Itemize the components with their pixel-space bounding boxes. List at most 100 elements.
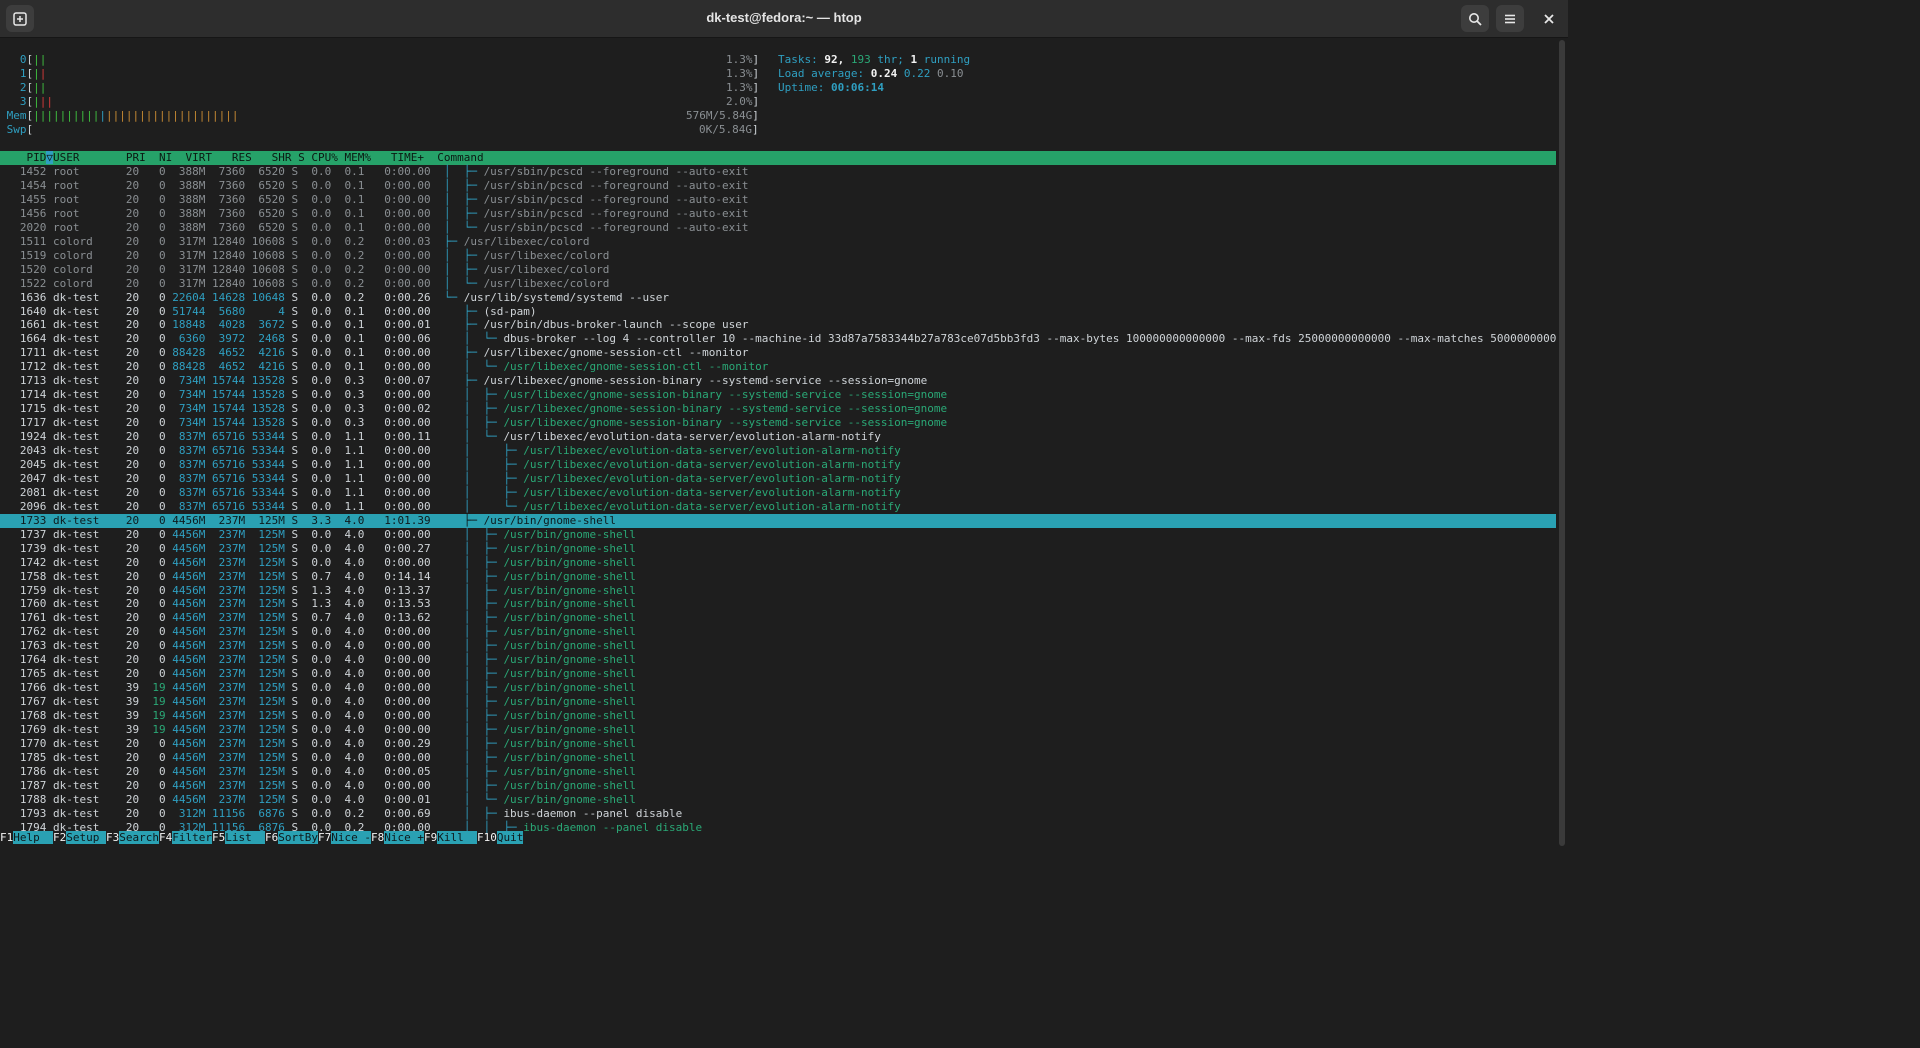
col-state[interactable]: S [298,151,305,164]
cell-shr: 53344 [245,444,285,457]
cell-pri: 20 [112,444,140,457]
process-row[interactable]: 1713 dk-test 20 0 734M 15744 13528 S 0.0… [0,374,927,388]
cell-user: dk-test [46,555,113,569]
col-mem[interactable]: MEM% [344,151,371,164]
fkey-f7[interactable]: F7 [318,831,331,844]
process-row[interactable]: 1717 dk-test 20 0 734M 15744 13528 S 0.0… [0,416,947,430]
cell-res: 7360 [205,192,246,206]
col-pri[interactable]: PRI [126,151,146,164]
process-row[interactable]: 1787 dk-test 20 0 4456M 237M 125M S 0.0 … [0,779,636,793]
process-row[interactable]: 1758 dk-test 20 0 4456M 237M 125M S 0.7 … [0,570,636,584]
fkey-label[interactable]: Filter [172,831,212,844]
menu-button[interactable] [1496,5,1524,32]
cell-mem: 0.3 [331,388,365,402]
process-row[interactable]: 1739 dk-test 20 0 4456M 237M 125M S 0.0 … [0,542,636,556]
fkey-f4[interactable]: F4 [159,831,172,844]
col-pid[interactable]: PID [27,151,47,164]
process-row[interactable]: 1711 dk-test 20 0 88428 4652 4216 S 0.0 … [0,346,749,360]
fkey-f6[interactable]: F6 [265,831,278,844]
fkey-label[interactable]: Help [13,831,53,844]
search-button[interactable] [1461,5,1489,32]
col-user[interactable]: USER [53,151,80,164]
process-row[interactable]: 1762 dk-test 20 0 4456M 237M 125M S 0.0 … [0,625,636,639]
cell-time: 0:00.00 [364,165,431,178]
cell-time: 0:00.00 [364,555,431,569]
process-table-header[interactable]: PID▽USER PRI NI VIRT RES SHR S CPU% MEM%… [0,151,1556,165]
process-row[interactable]: 1664 dk-test 20 0 6360 3972 2468 S 0.0 0… [0,332,1557,346]
process-row[interactable]: 1759 dk-test 20 0 4456M 237M 125M S 1.3 … [0,584,636,598]
process-row[interactable]: 1788 dk-test 20 0 4456M 237M 125M S 0.0 … [0,793,636,807]
col-ni[interactable]: NI [159,151,172,164]
process-row[interactable]: 2081 dk-test 20 0 837M 65716 53344 S 0.0… [0,486,901,500]
process-row[interactable]: 1640 dk-test 20 0 51744 5680 4 S 0.0 0.1… [0,305,537,319]
process-row[interactable]: 1764 dk-test 20 0 4456M 237M 125M S 0.0 … [0,653,636,667]
fkey-label[interactable]: SortBy [278,831,318,844]
fkey-label[interactable]: Nice - [331,831,371,844]
cell-res: 7360 [205,178,246,192]
col-time[interactable]: TIME+ [391,151,424,164]
process-row[interactable]: 1520 colord 20 0 317M 12840 10608 S 0.0 … [0,262,610,277]
fkey-f5[interactable]: F5 [212,831,225,844]
process-row[interactable]: 2020 root 20 0 388M 7360 6520 S 0.0 0.1 … [0,220,749,235]
close-button[interactable] [1535,5,1563,32]
cell-pid: 1767 [0,695,47,709]
process-row[interactable]: 1766 dk-test 39 19 4456M 237M 125M S 0.0… [0,681,636,695]
fkey-label[interactable]: List [225,831,265,844]
htop-terminal[interactable]: 0[|| 1[|| 2[|| 3[||| Mem[|||||||||||||||… [0,38,1557,856]
process-row[interactable]: 1768 dk-test 39 19 4456M 237M 125M S 0.0… [0,709,636,723]
cell-s: S [284,262,299,276]
process-row[interactable]: 1511 colord 20 0 317M 12840 10608 S 0.0 … [0,235,590,249]
process-row[interactable]: 1763 dk-test 20 0 4456M 237M 125M S 0.0 … [0,639,636,653]
process-row[interactable]: 2045 dk-test 20 0 837M 65716 53344 S 0.0… [0,458,901,472]
process-row[interactable]: 1760 dk-test 20 0 4456M 237M 125M S 1.3 … [0,597,636,611]
fkey-f9[interactable]: F9 [424,831,437,844]
col-shr[interactable]: SHR [272,151,292,164]
process-row[interactable]: 1712 dk-test 20 0 88428 4652 4216 S 0.0 … [0,360,768,374]
col-cpu[interactable]: CPU% [311,151,338,164]
process-row[interactable]: 1715 dk-test 20 0 734M 15744 13528 S 0.0… [0,402,947,416]
cell-virt: 4456M [165,681,206,695]
process-row[interactable]: 1454 root 20 0 388M 7360 6520 S 0.0 0.1 … [0,178,749,193]
process-row[interactable]: 1519 colord 20 0 317M 12840 10608 S 0.0 … [0,249,610,263]
fkey-f2[interactable]: F2 [53,831,66,844]
fkey-label[interactable]: Search [119,831,159,844]
process-row[interactable]: 1455 root 20 0 388M 7360 6520 S 0.0 0.1 … [0,192,749,207]
col-res[interactable]: RES [232,151,252,164]
fkey-f1[interactable]: F1 [0,831,13,844]
process-row[interactable]: 1714 dk-test 20 0 734M 15744 13528 S 0.0… [0,388,947,402]
fkey-f10[interactable]: F10 [477,831,497,844]
fkey-label[interactable]: Kill [437,831,477,844]
fkey-f3[interactable]: F3 [106,831,119,844]
fkey-f8[interactable]: F8 [371,831,384,844]
process-row[interactable]: 1737 dk-test 20 0 4456M 237M 125M S 0.0 … [0,528,636,542]
process-row[interactable]: 1767 dk-test 39 19 4456M 237M 125M S 0.0… [0,695,636,709]
scrollbar[interactable] [1559,40,1565,846]
process-row[interactable]: 1761 dk-test 20 0 4456M 237M 125M S 0.7 … [0,611,636,625]
fkey-label[interactable]: Setup [66,831,106,844]
process-row[interactable]: 1786 dk-test 20 0 4456M 237M 125M S 0.0 … [0,765,636,779]
process-row[interactable]: 1770 dk-test 20 0 4456M 237M 125M S 0.0 … [0,737,636,751]
process-row[interactable]: 1785 dk-test 20 0 4456M 237M 125M S 0.0 … [0,751,636,765]
sort-indicator[interactable]: ▽ [46,151,53,164]
process-row[interactable]: 1661 dk-test 20 0 18848 4028 3672 S 0.0 … [0,318,749,332]
fkey-label[interactable]: Nice + [384,831,424,844]
cell-virt: 4456M [165,653,206,667]
process-row[interactable]: 2043 dk-test 20 0 837M 65716 53344 S 0.0… [0,444,901,458]
process-row[interactable]: 1456 root 20 0 388M 7360 6520 S 0.0 0.1 … [0,207,749,221]
process-row[interactable]: 1924 dk-test 20 0 837M 65716 53344 S 0.0… [0,430,881,444]
cell-pri: 20 [112,220,140,234]
process-row[interactable]: 1636 dk-test 20 0 22604 14628 10648 S 0.… [0,291,669,305]
process-row[interactable]: 1452 root 20 0 388M 7360 6520 S 0.0 0.1 … [0,165,749,179]
process-row[interactable]: 2047 dk-test 20 0 837M 65716 53344 S 0.0… [0,472,901,486]
process-row[interactable]: 1765 dk-test 20 0 4456M 237M 125M S 0.0 … [0,667,636,681]
col-command[interactable]: Command [437,151,483,164]
process-row[interactable]: 1769 dk-test 39 19 4456M 237M 125M S 0.0… [0,723,636,737]
fkey-label[interactable]: Quit [496,831,524,844]
col-virt[interactable]: VIRT [185,151,212,164]
process-row[interactable]: 1742 dk-test 20 0 4456M 237M 125M S 0.0 … [0,556,636,570]
process-row[interactable]: 1522 colord 20 0 317M 12840 10608 S 0.0 … [0,277,610,291]
process-row[interactable]: 1793 dk-test 20 0 312M 11156 6876 S 0.0 … [0,807,682,821]
process-row[interactable]: 2096 dk-test 20 0 837M 65716 53344 S 0.0… [0,500,901,514]
swp-value: 0K/5.84G] [699,123,759,136]
process-row[interactable]: 1733 dk-test 20 0 4456M 237M 125M S 3.3 … [0,513,1556,528]
